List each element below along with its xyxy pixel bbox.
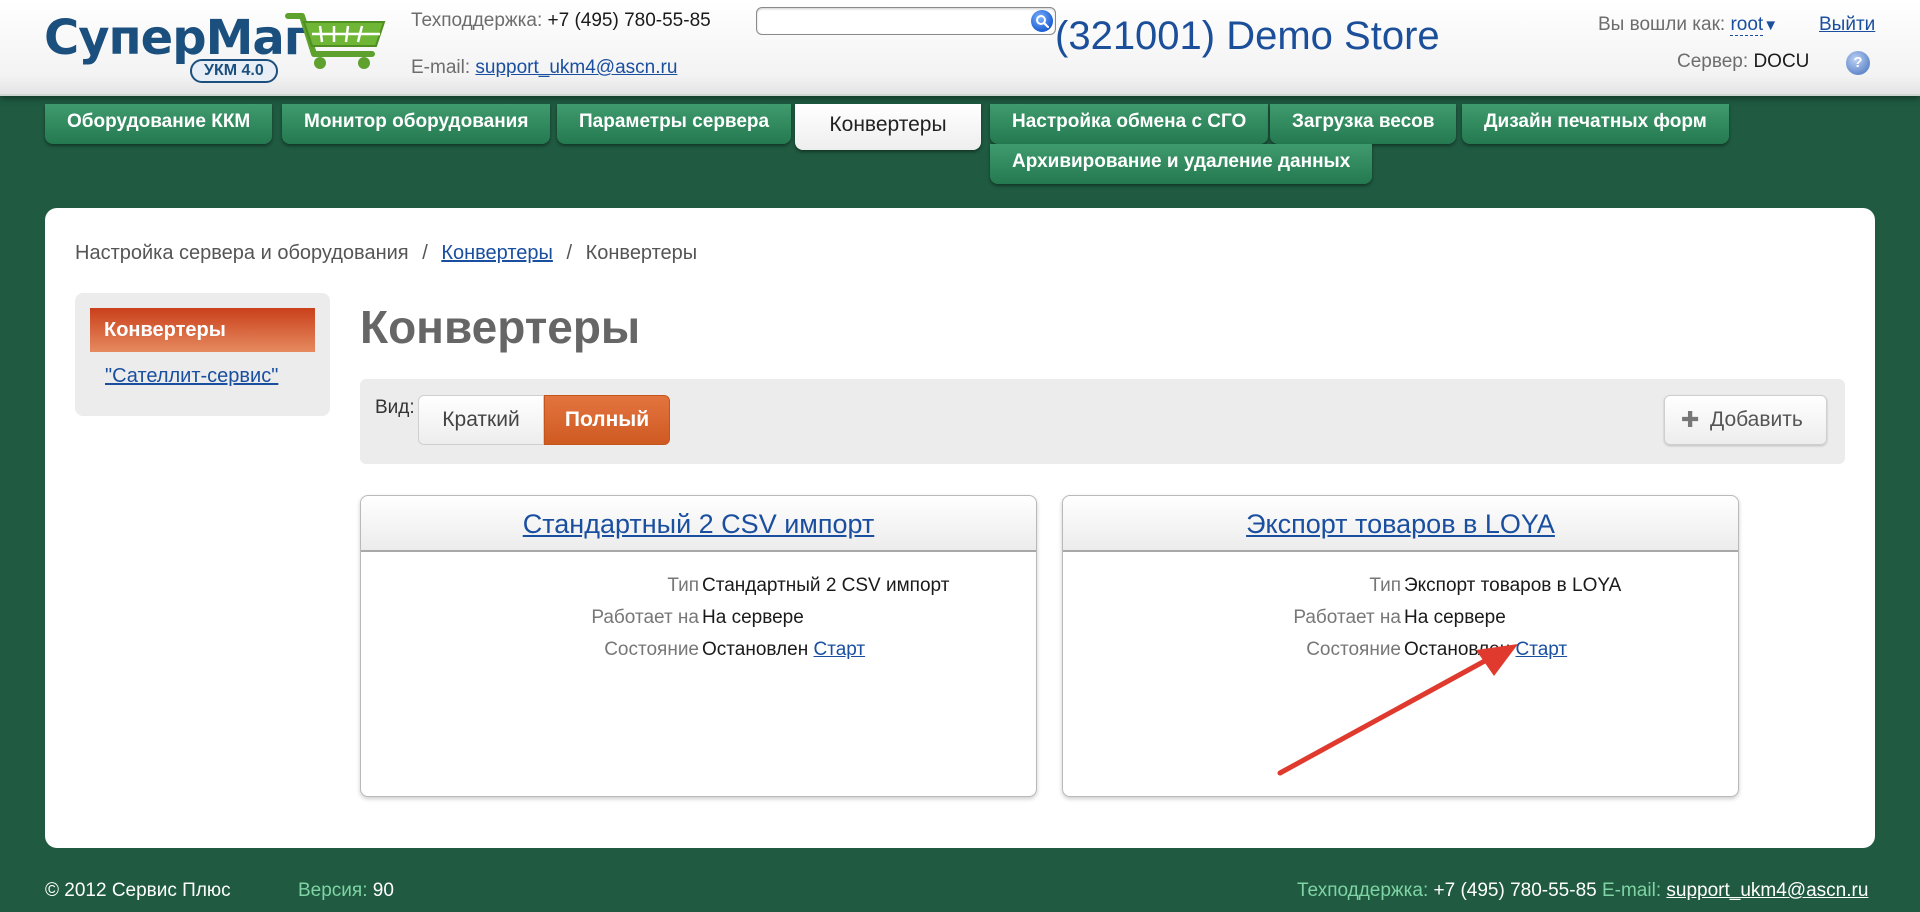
card-header: Экспорт товаров в LOYA — [1063, 496, 1738, 552]
row-value: На сервере — [702, 607, 804, 628]
row-value: Остановлен Старт — [702, 639, 865, 661]
row-key: Тип — [1369, 575, 1401, 596]
version-label: Версия: — [298, 880, 368, 901]
logo-text: СуперМаг — [44, 10, 309, 66]
row-key: Работает на — [1293, 607, 1401, 628]
tab-archiving[interactable]: Архивирование и удаление данных — [990, 144, 1373, 184]
tab-equipment-kkm[interactable]: Оборудование ККМ — [45, 104, 273, 144]
view-short-button[interactable]: Краткий — [418, 395, 544, 445]
card-header: Стандартный 2 CSV импорт — [361, 496, 1036, 552]
chevron-down-icon[interactable]: ▼ — [1763, 17, 1778, 34]
logo-text-super: Супер — [44, 10, 207, 66]
help-icon[interactable]: ? — [1846, 51, 1870, 75]
footer-support-phone: +7 (495) 780-55-85 — [1433, 880, 1597, 901]
search-box — [756, 7, 1056, 35]
annotation-arrow-icon — [1277, 644, 1518, 776]
breadcrumb: Настройка сервера и оборудования / Конве… — [75, 242, 697, 265]
row-key: Тип — [667, 575, 699, 596]
page-title: Конвертеры — [360, 301, 641, 353]
server-label: Сервер: — [1677, 51, 1749, 72]
sidebar: Конвертеры "Сателлит-сервис" — [75, 293, 330, 416]
support-phone: +7 (495) 780-55-85 — [547, 10, 711, 31]
email-link[interactable]: support_ukm4@ascn.ru — [475, 57, 677, 78]
store-title: (321001) Demo Store — [1055, 14, 1440, 58]
user-info: Вы вошли как: root▼ — [1598, 14, 1778, 36]
tab-print-design[interactable]: Дизайн печатных форм — [1462, 104, 1729, 144]
breadcrumb-link-converters[interactable]: Конвертеры — [441, 242, 553, 264]
header-email: E-mail: support_ukm4@ascn.ru — [411, 57, 677, 79]
version-badge: УКМ 4.0 — [190, 59, 278, 83]
tab-converters[interactable]: Конвертеры — [795, 104, 981, 150]
breadcrumb-separator: / — [566, 242, 573, 264]
user-label: Вы вошли как: — [1598, 14, 1726, 35]
search-icon — [1036, 15, 1049, 28]
header-support: Техподдержка: +7 (495) 780-55-85 — [411, 10, 711, 32]
breadcrumb-current: Конвертеры — [585, 242, 698, 264]
footer-version: Версия: 90 — [298, 880, 394, 902]
plus-icon: ✚ — [1681, 407, 1700, 432]
row-key: Состояние — [604, 639, 699, 660]
version-value: 90 — [372, 880, 394, 901]
row-key: Работает на — [591, 607, 699, 628]
server-info: Сервер: DOCU — [1677, 51, 1809, 73]
breadcrumb-separator: / — [422, 242, 428, 264]
tab-sgo-exchange[interactable]: Настройка обмена с СГО — [990, 104, 1269, 144]
start-link[interactable]: Старт — [813, 639, 865, 660]
converter-card: Стандартный 2 CSV импорт Тип Стандартный… — [360, 495, 1037, 797]
support-label: Техподдержка: — [411, 10, 543, 31]
footer-copyright: © 2012 Сервис Плюс — [45, 880, 231, 901]
state-value: Остановлен — [702, 639, 809, 660]
row-value: Стандартный 2 CSV импорт — [702, 575, 950, 596]
footer-support: Техподдержка: +7 (495) 780-55-85 E-mail:… — [1297, 880, 1868, 902]
server-value: DOCU — [1753, 51, 1810, 72]
sidebar-item-satellite-service[interactable]: "Сателлит-сервис" — [105, 365, 278, 388]
logo[interactable]: СуперМаг УКМ 4.0 — [44, 8, 386, 88]
search-button[interactable] — [1031, 10, 1053, 32]
add-button-label: Добавить — [1710, 408, 1803, 431]
card-title-link[interactable]: Экспорт товаров в LOYA — [1246, 509, 1555, 539]
card-title-link[interactable]: Стандартный 2 CSV импорт — [523, 509, 875, 539]
row-value: Экспорт товаров в LOYA — [1404, 575, 1622, 596]
search-input[interactable] — [763, 9, 1023, 33]
email-label: E-mail: — [411, 57, 471, 78]
footer-support-label: Техподдержка: — [1297, 880, 1429, 901]
header: СуперМаг УКМ 4.0 Техподдержка: +7 (495) … — [0, 0, 1920, 96]
add-button[interactable]: ✚ Добавить — [1664, 395, 1827, 445]
cart-icon — [285, 13, 386, 69]
sidebar-item-converters[interactable]: Конвертеры — [90, 308, 315, 352]
breadcrumb-root: Настройка сервера и оборудования — [75, 242, 409, 264]
logout-link[interactable]: Выйти — [1819, 14, 1875, 36]
tab-scales-load[interactable]: Загрузка весов — [1270, 104, 1457, 144]
footer-email-label: E-mail: — [1601, 880, 1662, 901]
footer-email-link[interactable]: support_ukm4@ascn.ru — [1666, 880, 1868, 901]
user-menu[interactable]: root — [1730, 14, 1764, 36]
row-value: На сервере — [1404, 607, 1506, 628]
view-label: Вид: — [375, 397, 415, 418]
view-full-button[interactable]: Полный — [544, 395, 670, 445]
tab-equipment-monitor[interactable]: Монитор оборудования — [282, 104, 551, 144]
tab-server-params[interactable]: Параметры сервера — [557, 104, 792, 144]
